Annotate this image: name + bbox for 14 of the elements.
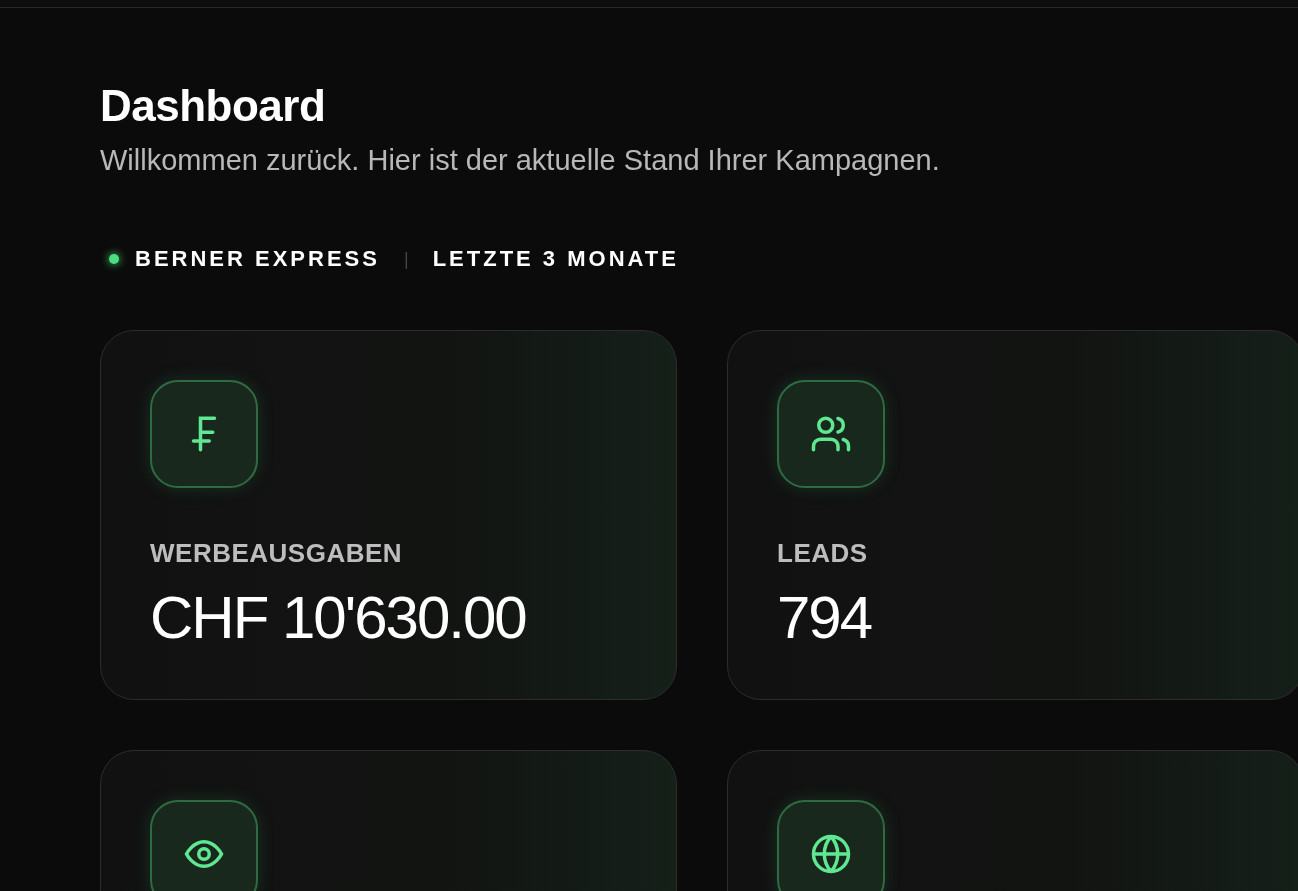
page-title: Dashboard	[100, 80, 327, 132]
client-name: BERNER EXPRESS	[135, 246, 380, 272]
stat-value: 794	[777, 583, 873, 653]
eye-icon	[150, 800, 258, 891]
franc-icon	[150, 380, 258, 488]
status-dot	[109, 254, 119, 264]
stat-label: LEADS	[777, 538, 869, 569]
page-subtitle: Willkommen zurück. Hier ist der aktuelle Stand Ihrer Kampagnen.	[100, 143, 941, 178]
stat-value: CHF 10'630.00	[150, 583, 527, 653]
separator: |	[403, 248, 409, 270]
stat-label: WERBEAUSGABEN	[150, 538, 404, 569]
users-icon	[777, 380, 885, 488]
globe-icon	[777, 800, 885, 891]
period-label: LETZTE 3 MONATE	[432, 246, 679, 272]
